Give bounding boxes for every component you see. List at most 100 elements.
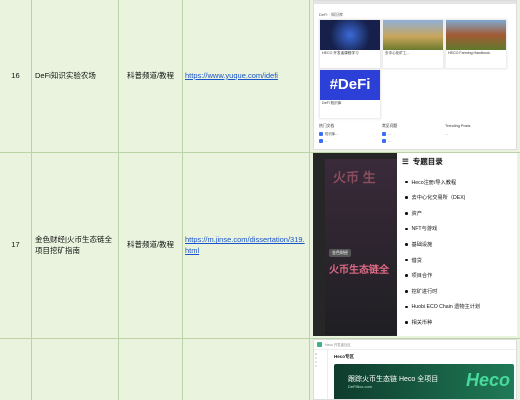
yuque-screenshot: DeFi · 知识库 HECO 开发者课程学习 去中心化矿工... HECO F… — [313, 0, 517, 150]
page-title: Heco专区 — [334, 354, 355, 359]
row-number: 16 — [0, 0, 32, 152]
banner-subtitle: DeFiBox.com — [348, 384, 373, 389]
list-item[interactable]: ... — [382, 139, 397, 144]
toc-item[interactable]: 资产 — [405, 210, 517, 217]
list-item[interactable]: 知识库... — [319, 132, 338, 137]
farm-tractor-image — [383, 20, 443, 50]
bullet-icon — [405, 274, 408, 277]
bullet-icon — [405, 305, 408, 309]
resource-link[interactable]: https://www.yuque.com/idefi — [185, 71, 278, 81]
defibox-screenshot: Heco 开发者社区 ≡ □ □ □ Heco专区 跟踪火币生态链 Heco 全项目 … — [313, 339, 517, 400]
screenshot-cell: DeFi · 知识库 HECO 开发者课程学习 去中心化矿工... HECO F… — [310, 0, 520, 152]
network-sphere-image — [320, 20, 380, 50]
knowledge-card[interactable]: 去中心化矿工... — [382, 19, 444, 69]
resource-link-cell: https://m.jinse.com/dissertation/319.htm… — [183, 153, 310, 338]
toc-item-label: Heco注册/导入教程 — [411, 179, 457, 186]
table-row: 16 DeFi知识实验农场 科普频道/教程 https://www.yuque.… — [0, 0, 520, 153]
toc-item-label: 基础设施 — [411, 241, 433, 248]
list-item[interactable]: ... — [382, 132, 397, 137]
section-title: DeFi · 知识库 — [319, 12, 343, 17]
card-title: HECO 开发者课程学习 — [322, 51, 359, 55]
banner-logo: Heco — [465, 370, 510, 390]
toc-panel: ☰ 专题目录 Heco注册/导入教程 去中心化交易所（DEX) 资产 NFT与游… — [397, 153, 517, 336]
doc-icon — [382, 139, 386, 144]
resource-category: 科普频道/教程 — [119, 153, 183, 338]
knowledge-card[interactable]: #DeFi DeFi 知识库 — [319, 69, 381, 119]
barn-field-image — [446, 20, 506, 50]
topbar-text: Heco 开发者社区 — [325, 343, 351, 347]
bullet-icon — [405, 243, 408, 246]
resource-link-cell: https://www.yuque.com/idefi — [183, 0, 310, 152]
list-item-text: ... — [388, 138, 391, 143]
toc-item-label: 资产 — [411, 210, 422, 217]
toc-item[interactable]: 借贷 — [405, 257, 517, 264]
list-item-text: ... — [445, 132, 448, 137]
resource-table: 16 DeFi知识实验农场 科普频道/教程 https://www.yuque.… — [0, 0, 520, 400]
doc-icon — [382, 132, 386, 137]
browser-topbar — [314, 1, 516, 4]
menu-icon: ☰ — [402, 157, 409, 166]
toc-item[interactable]: NFT与游戏 — [405, 225, 517, 232]
list-item-text: ... — [325, 138, 328, 143]
trending-column: Trending Posts ... — [445, 124, 470, 139]
resource-link[interactable]: https://m.jinse.com/dissertation/319.htm… — [185, 235, 307, 255]
bullet-icon — [405, 212, 408, 215]
poster-text: 火币生态链全 — [329, 265, 389, 276]
banner-title: 跟踪火币生态链 Heco 全项目 — [348, 376, 439, 383]
poster-top-text: 火币 生 — [333, 170, 376, 185]
row-number: 17 — [0, 153, 32, 338]
toc-title: ☰ 专题目录 — [397, 153, 517, 170]
column-header: Trending Posts — [445, 124, 471, 128]
list-item[interactable]: ... — [445, 132, 470, 137]
poster-tag: 金色财经 — [329, 249, 351, 257]
toc-item-label: NFT与游戏 — [411, 226, 438, 233]
browser-topbar: Heco 开发者社区 — [314, 340, 516, 350]
toc-item[interactable]: 挖矿进行时 — [405, 288, 517, 295]
toc-item-label: Huobi ECO Chain 遗物主计划 — [411, 304, 481, 311]
knowledge-card[interactable]: HECO Farming Handbook — [445, 19, 507, 69]
toc-item[interactable]: 项目合作 — [405, 272, 517, 279]
jinse-screenshot: 火币 生 金色财经 火币生态链全 ☰ 专题目录 Heco注册/导入教程 去中心化… — [313, 153, 517, 336]
hot-docs-column: 热门文档 知识库... ... — [319, 124, 338, 145]
card-title: HECO Farming Handbook — [448, 51, 490, 55]
list-item-text: 知识库... — [325, 132, 338, 137]
resource-name: 金色财经|火币生态链全项目挖矿指南 — [32, 153, 119, 338]
toc-item-label: 相关币种 — [411, 319, 433, 326]
toc-item[interactable]: Heco注册/导入教程 — [405, 179, 517, 186]
resource-category: 科普频道/教程 — [119, 0, 183, 152]
bullet-icon — [405, 290, 408, 293]
toc-item-label: 项目合作 — [411, 273, 433, 280]
toc-title-text: 专题目录 — [412, 157, 443, 166]
resource-category — [119, 339, 183, 400]
resource-link-cell — [183, 339, 310, 400]
heco-banner[interactable]: 跟踪火币生态链 Heco 全项目 DeFiBox.com Heco — [334, 364, 514, 399]
bullet-icon — [405, 227, 408, 231]
card-title: DeFi 知识库 — [322, 101, 342, 105]
toc-item[interactable]: 相关币种 — [405, 319, 517, 326]
bullet-icon — [405, 196, 408, 199]
doc-icon — [319, 132, 323, 137]
toc-item[interactable]: 去中心化交易所（DEX) — [405, 194, 517, 201]
resource-name: DeFi知识实验农场 — [32, 0, 119, 152]
toc-item-label: 借贷 — [411, 257, 422, 264]
toc-item-label: 去中心化交易所（DEX) — [411, 195, 466, 202]
toc-item[interactable]: Huobi ECO Chain 遗物主计划 — [405, 303, 517, 310]
defi-image: #DeFi — [320, 70, 380, 100]
column-header: 热门文档 — [319, 124, 335, 128]
bullet-icon — [405, 258, 408, 262]
doc-icon — [319, 139, 323, 144]
knowledge-card[interactable]: HECO 开发者课程学习 — [319, 19, 381, 69]
toc-item[interactable]: 基础设施 — [405, 241, 517, 248]
side-nav: ≡ □ □ □ — [314, 350, 328, 399]
faq-column: 常见问题 ... ... — [382, 124, 397, 145]
bullet-icon — [405, 180, 408, 184]
resource-name — [32, 339, 119, 400]
site-logo-icon — [317, 342, 322, 347]
toc-list: Heco注册/导入教程 去中心化交易所（DEX) 资产 NFT与游戏 基础设施 … — [397, 179, 517, 326]
toc-item-label: 挖矿进行时 — [411, 288, 438, 295]
list-item[interactable]: ... — [319, 139, 338, 144]
card-title: 去中心化矿工... — [385, 51, 410, 55]
bullet-icon — [405, 321, 408, 324]
column-header: 常见问题 — [382, 124, 398, 128]
row-number — [0, 339, 32, 400]
